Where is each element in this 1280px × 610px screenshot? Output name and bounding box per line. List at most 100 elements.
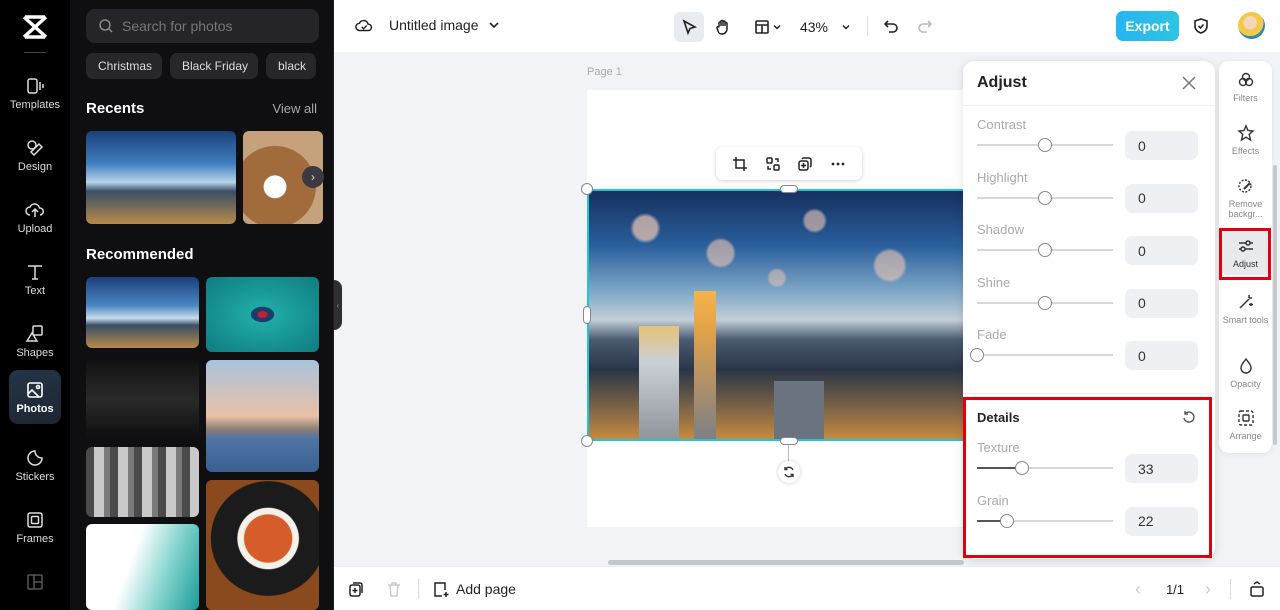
- prev-page-button[interactable]: ‹: [1130, 579, 1146, 599]
- top-bar: Untitled image 43% Export: [334, 0, 1280, 52]
- resize-handle-top[interactable]: [780, 185, 798, 193]
- effects-icon: [1236, 124, 1255, 142]
- resize-handle-left[interactable]: [583, 306, 591, 324]
- value-input-contrast[interactable]: 0: [1125, 131, 1198, 160]
- layout-icon: [27, 573, 43, 590]
- recommended-photo-temple[interactable]: [86, 447, 199, 517]
- export-button[interactable]: Export: [1116, 11, 1179, 41]
- rail-item-label: Frames: [16, 532, 54, 545]
- resize-handle-top-left[interactable]: [581, 183, 593, 195]
- value-input-shine[interactable]: 0: [1125, 288, 1198, 318]
- search-input[interactable]: Search for photos: [86, 9, 319, 43]
- canvas-image[interactable]: [587, 189, 967, 441]
- slider-label: Highlight: [977, 169, 1028, 185]
- user-avatar[interactable]: [1238, 12, 1265, 39]
- zoom-select[interactable]: 43%: [796, 14, 856, 40]
- rail-item-design[interactable]: Design: [9, 128, 61, 182]
- cloud-saved-icon[interactable]: [354, 16, 374, 36]
- hand-tool-button[interactable]: [710, 14, 736, 40]
- capcut-logo[interactable]: [21, 14, 49, 40]
- chip-christmas[interactable]: Christmas: [86, 53, 162, 79]
- collapse-panel-button[interactable]: ‹: [334, 280, 342, 330]
- value-input-fade[interactable]: 0: [1125, 341, 1198, 370]
- trash-icon: [388, 582, 400, 597]
- rotate-handle[interactable]: [778, 461, 800, 483]
- properties-scrollbar[interactable]: [1273, 165, 1277, 445]
- page-manager-button[interactable]: [1246, 577, 1268, 601]
- slider-knob[interactable]: [1038, 138, 1052, 152]
- bottom-bar: Add page ‹ 1/1 ›: [334, 566, 1280, 610]
- duplicate-icon: [798, 156, 813, 171]
- recent-photo-city[interactable]: [86, 131, 236, 224]
- rail-item-layout[interactable]: [9, 556, 61, 610]
- opacity-drop-icon: [1239, 357, 1252, 374]
- search-icon: [99, 19, 113, 33]
- details-divider: [963, 393, 1215, 394]
- adjust-title: Adjust: [977, 74, 1027, 91]
- toolbar-divider: [867, 16, 868, 36]
- slider-shadow[interactable]: [977, 243, 1113, 257]
- recommended-photo-dark-wood[interactable]: [86, 360, 199, 439]
- crop-button[interactable]: [730, 154, 750, 174]
- slider-knob[interactable]: [970, 348, 984, 362]
- close-icon[interactable]: [1181, 75, 1197, 91]
- slider-knob[interactable]: [1038, 295, 1052, 310]
- rail-item-frames[interactable]: Frames: [9, 500, 61, 554]
- duplicate-page-button[interactable]: [346, 579, 366, 599]
- slider-fade[interactable]: [970, 348, 1113, 362]
- value-input-highlight[interactable]: 0: [1125, 183, 1198, 213]
- more-options-button[interactable]: [828, 154, 848, 174]
- rail-item-shapes[interactable]: Shapes: [9, 314, 61, 368]
- slider-label: Shine: [977, 274, 1011, 290]
- recommended-photo-teal-abstract[interactable]: [86, 524, 199, 610]
- slider-contrast[interactable]: [977, 138, 1113, 152]
- rail-item-photos[interactable]: Photos: [9, 370, 61, 424]
- prop-arrange[interactable]: Arrange: [1222, 409, 1269, 441]
- rail-item-upload[interactable]: Upload: [9, 190, 61, 244]
- recents-next-button[interactable]: ›: [302, 166, 324, 188]
- rail-item-label: Templates: [9, 98, 61, 111]
- templates-icon: [27, 77, 44, 94]
- layout-menu-button[interactable]: [748, 14, 788, 40]
- prop-label: Effects: [1231, 146, 1260, 156]
- prop-smart-tools[interactable]: Smart tools: [1222, 293, 1269, 325]
- rail-item-label: Upload: [17, 222, 53, 235]
- value-input-shadow[interactable]: 0: [1125, 236, 1198, 265]
- add-page-button[interactable]: Add page: [432, 577, 516, 601]
- slider-knob[interactable]: [1038, 243, 1052, 257]
- replace-button[interactable]: [763, 154, 783, 174]
- canvas-horizontal-scrollbar[interactable]: [608, 560, 964, 565]
- duplicate-button[interactable]: [795, 154, 815, 174]
- recommended-photo-skyline[interactable]: [206, 360, 319, 472]
- title-dropdown-icon[interactable]: [486, 17, 502, 33]
- slider-shine[interactable]: [977, 295, 1113, 310]
- recommended-photo-ramen[interactable]: [206, 480, 319, 610]
- recommended-photo-boat[interactable]: [206, 277, 319, 352]
- replace-icon: [766, 156, 780, 171]
- rail-item-templates[interactable]: Templates: [9, 66, 61, 120]
- resize-handle-bottom-left[interactable]: [581, 435, 593, 447]
- slider-knob[interactable]: [1038, 190, 1052, 205]
- delete-page-button[interactable]: [384, 579, 404, 599]
- chip-black[interactable]: black: [266, 53, 316, 79]
- prop-remove-background[interactable]: Remove backgr...: [1222, 177, 1269, 219]
- shapes-icon: [25, 324, 43, 342]
- document-title[interactable]: Untitled image: [389, 17, 479, 33]
- view-all-link[interactable]: View all: [272, 101, 317, 116]
- rail-item-stickers[interactable]: Stickers: [9, 438, 61, 492]
- next-page-button[interactable]: ›: [1200, 579, 1216, 599]
- rail-item-text[interactable]: Text: [9, 252, 61, 306]
- select-tool-button[interactable]: [674, 12, 704, 42]
- hand-icon: [716, 19, 728, 35]
- recommended-photo-city[interactable]: [86, 277, 199, 348]
- undo-button[interactable]: [880, 15, 902, 37]
- prop-effects[interactable]: Effects: [1222, 124, 1269, 156]
- redo-button[interactable]: [914, 15, 936, 37]
- resize-handle-bottom[interactable]: [780, 437, 798, 445]
- chip-black-friday[interactable]: Black Friday: [170, 53, 258, 79]
- slider-highlight[interactable]: [977, 190, 1113, 205]
- shield-button[interactable]: [1190, 15, 1212, 37]
- prop-filters[interactable]: Filters: [1222, 71, 1269, 103]
- prop-opacity[interactable]: Opacity: [1222, 357, 1269, 389]
- upload-icon: [25, 202, 44, 217]
